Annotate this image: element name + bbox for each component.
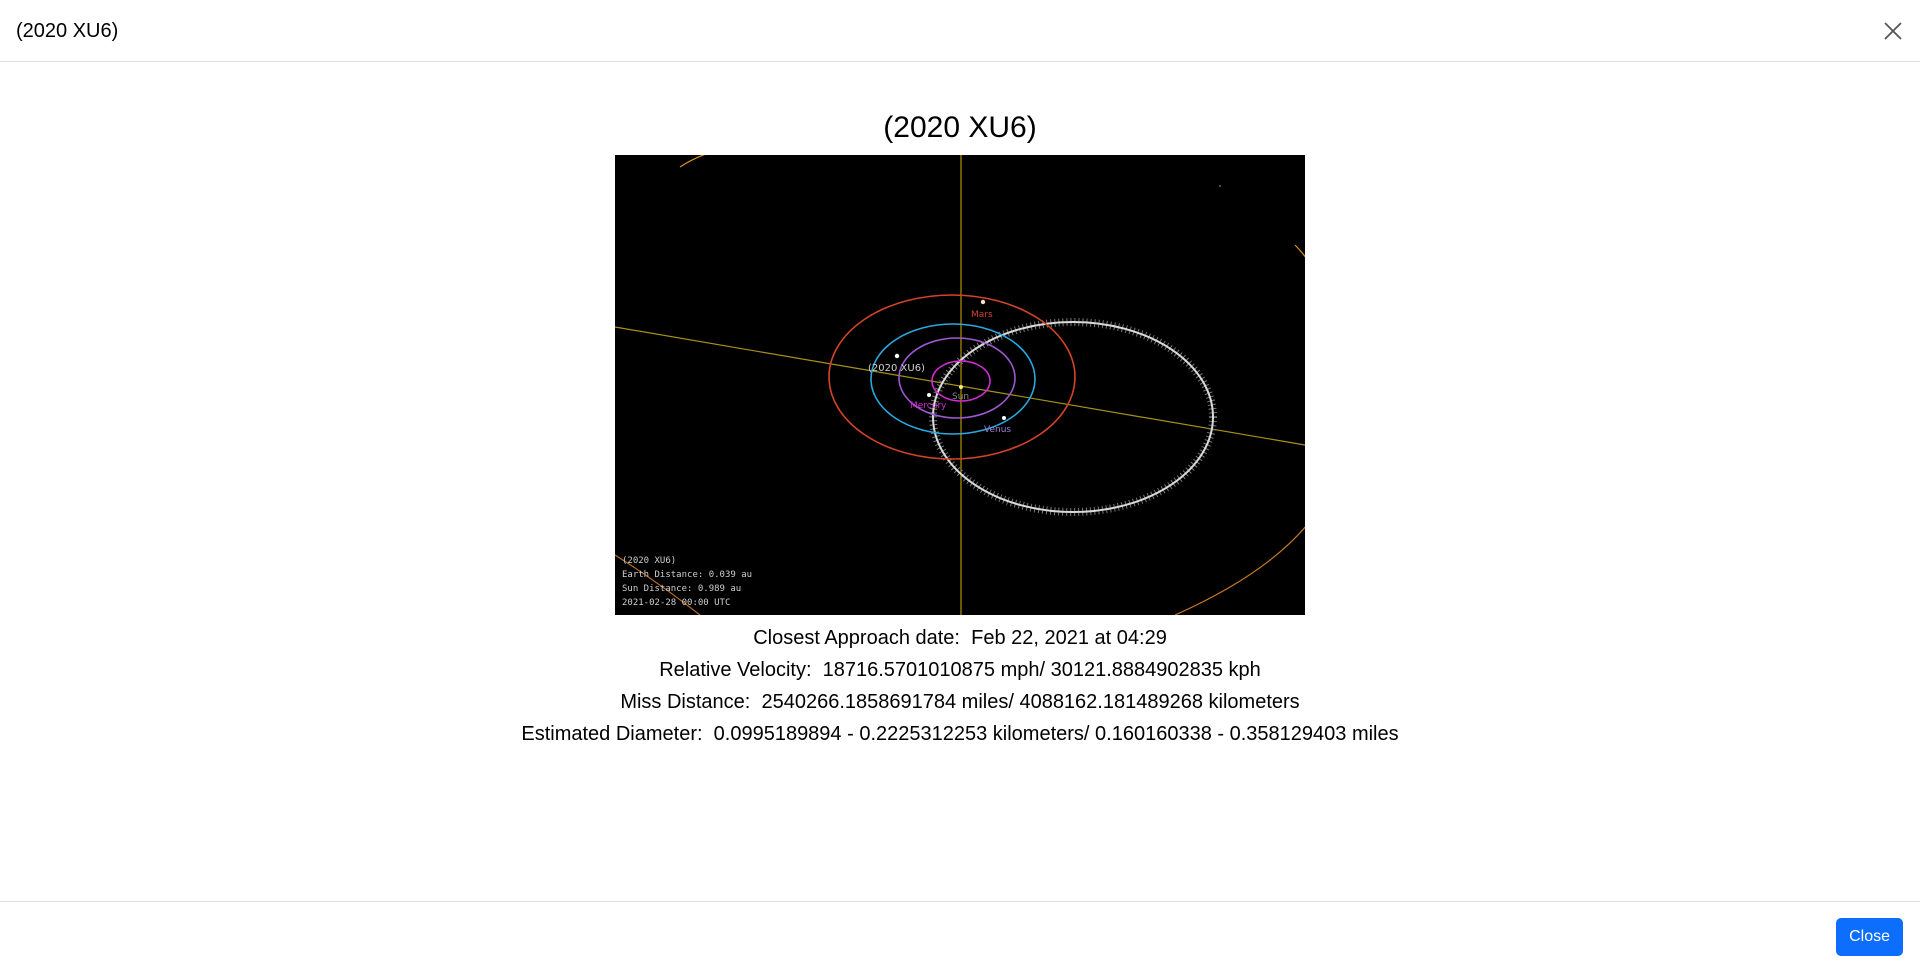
venus-marker [1002,416,1006,420]
mars-marker [980,299,986,305]
modal-header: (2020 XU6) [0,0,1920,62]
asteroid-orbit-hatch [929,318,1217,516]
relative-velocity: Relative Velocity: 18716.5701010875 mph/… [659,659,1261,681]
modal-body: (2020 XU6) Mars Venus Mercury Sun (2020 … [0,62,1920,902]
sun-label: Sun [952,392,969,402]
info-sun-distance: Sun Distance: 0.989 au [622,584,741,594]
asteroid-label: (2020 XU6) [868,363,925,374]
info-earth-distance: Earth Distance: 0.039 au [622,570,752,580]
orbit-diagram-svg: Mars Venus Mercury Sun (2020 XU6) (2020 … [615,155,1305,615]
venus-label: Venus [984,425,1011,435]
asteroid-orbit [932,321,1214,513]
earth-marker [894,353,900,359]
miss-distance: Miss Distance: 2540266.1858691784 miles/… [620,691,1300,713]
mars-label: Mars [971,310,993,320]
distant-point [1219,185,1221,187]
modal-footer: Close [0,901,1920,969]
approach-details: Closest Approach date: Feb 22, 2021 at 0… [0,622,1920,750]
orbit-diagram-image: Mars Venus Mercury Sun (2020 XU6) (2020 … [615,155,1305,615]
modal-title: (2020 XU6) [16,20,119,42]
info-timestamp: 2021-02-28 00:00 UTC [622,598,730,608]
outer-orbit-arc [1294,244,1305,258]
mercury-label: Mercury [910,401,947,411]
mercury-marker [927,393,931,397]
outer-orbit-arc [679,155,706,168]
sun-marker [959,385,963,389]
outer-orbit-arc [1174,526,1305,615]
estimated-diameter: Estimated Diameter: 0.0995189894 - 0.222… [521,723,1399,745]
close-button[interactable]: Close [1836,918,1903,956]
info-object: (2020 XU6) [622,556,676,566]
asteroid-title: (2020 XU6) [883,111,1037,144]
closest-approach-date: Closest Approach date: Feb 22, 2021 at 0… [753,627,1167,649]
close-icon[interactable] [1878,16,1908,46]
